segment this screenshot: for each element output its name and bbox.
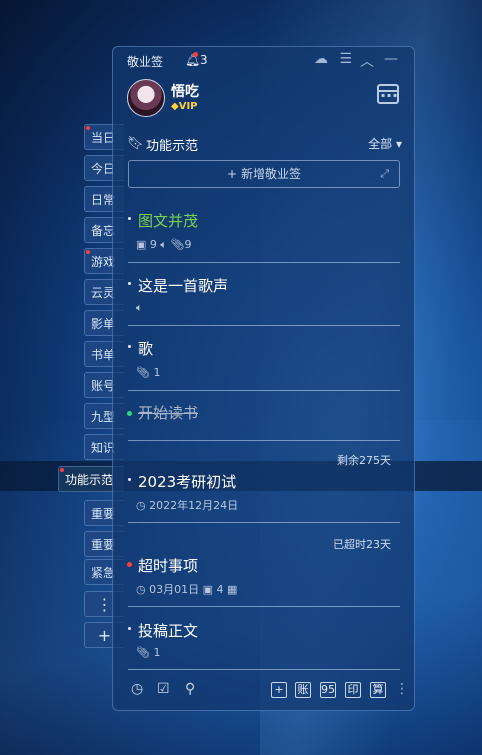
vip-label: VIP: [178, 101, 198, 112]
app-title: 敬业签: [127, 55, 164, 69]
divider: [128, 440, 400, 441]
reminder-date: 2022年12月24日: [149, 499, 239, 512]
minimize-icon[interactable]: —: [384, 51, 398, 67]
caret-down-icon: ▾: [395, 137, 402, 151]
bookmark-icon: 🔖︎: [127, 136, 144, 151]
new-note-button[interactable]: + 新增敬业签 ⤢: [128, 160, 400, 188]
attachment-count: 1: [153, 366, 161, 379]
note-bullet: [128, 627, 131, 630]
note-title: 歌: [138, 340, 154, 358]
note-meta: 🔈︎: [136, 301, 143, 315]
plus-icon: +: [227, 167, 238, 181]
calculator-button[interactable]: 算: [370, 682, 386, 698]
bell-icon[interactable]: 🔔︎: [185, 52, 200, 67]
filter-label: 全部: [368, 137, 393, 151]
section-header: 🔖︎ 功能示范 全部 ▾: [127, 135, 402, 155]
collapse-icon[interactable]: ︿: [360, 51, 374, 71]
note-title: 2023考研初试: [138, 473, 237, 491]
new-note-label: 新增敬业签: [240, 167, 301, 181]
note-meta: ◷ 2022年12月24日: [136, 497, 238, 513]
expand-icon[interactable]: ⤢: [380, 161, 389, 187]
divider: [128, 522, 400, 523]
plus-icon: +: [97, 626, 112, 645]
title-bar: 敬业签 🔔︎ 3 ☁︎ ☰ ︿ —: [127, 51, 404, 73]
cloud-sync-icon[interactable]: ☁︎: [314, 51, 328, 67]
tab-label: 功能示范: [65, 473, 114, 487]
unread-dot: [86, 250, 90, 254]
section-title: 功能示范: [146, 139, 199, 154]
calendar-icon[interactable]: [377, 84, 399, 104]
countdown-95-button[interactable]: 95: [320, 682, 336, 698]
overdue-dot: [127, 562, 132, 567]
divider: [128, 669, 400, 670]
reminder-date: 03月01日: [149, 583, 200, 596]
clock-icon[interactable]: ◷: [131, 681, 143, 697]
note-meta: ◷ 03月01日 ▣ 4 ▦: [136, 581, 237, 597]
grid-icon: ▦: [227, 583, 238, 596]
audio-icon: 🔈︎: [136, 301, 143, 314]
avatar[interactable]: [127, 79, 165, 117]
image-icon: ▣: [136, 238, 147, 251]
filter-dropdown[interactable]: 全部 ▾: [368, 135, 402, 152]
print-button[interactable]: 印: [345, 682, 361, 698]
checklist-icon[interactable]: ☑: [157, 681, 170, 697]
unread-dot: [60, 468, 64, 472]
note-bullet: [128, 345, 131, 348]
vip-badge: ◆VIP: [171, 101, 198, 112]
ledger-button[interactable]: 账: [295, 682, 311, 698]
divider: [128, 606, 400, 607]
notification-count: 3: [200, 53, 208, 67]
note-bullet: [128, 217, 131, 220]
attachment-icon: 📎︎: [170, 238, 185, 251]
image-icon: ▣: [202, 583, 214, 596]
note-meta: 📎︎ 1: [136, 646, 160, 659]
note-title: 超时事项: [138, 557, 199, 575]
note-panel: 敬业签 🔔︎ 3 ☁︎ ☰ ︿ — 悟吃 ◆VIP 🔖︎ 功能示范 全部 ▾ +…: [112, 46, 415, 711]
bottom-toolbar: ◷ ☑ ⚲ + 账 95 印 算 ⋮: [131, 681, 409, 701]
note-meta: ▣ 9 🔈︎ 📎︎9: [136, 238, 191, 252]
attachment-icon: 📎︎: [136, 366, 150, 379]
add-button[interactable]: +: [271, 682, 287, 698]
diamond-icon: ◆: [171, 101, 179, 112]
note-title: 这是一首歌声: [138, 277, 229, 295]
search-icon[interactable]: ⚲: [185, 681, 195, 697]
note-bullet: [128, 478, 131, 481]
audio-icon: 🔈︎: [160, 238, 168, 251]
more-vertical-icon: ⋮: [96, 595, 113, 614]
days-remaining-badge: 剩余275天: [337, 454, 391, 467]
overdue-badge: 已超时23天: [333, 538, 391, 551]
completed-dot: [127, 411, 132, 416]
note-title: 投稿正文: [138, 622, 199, 640]
notification-dot: [193, 52, 198, 57]
image-count: 9: [149, 238, 157, 251]
attachment-count: 1: [153, 646, 161, 659]
note-title: 开始读书: [138, 404, 199, 422]
unread-dot: [86, 126, 90, 130]
clock-icon: ◷: [136, 583, 146, 596]
note-bullet: [128, 282, 131, 285]
clock-icon: ◷: [136, 499, 146, 512]
attachment-count: 9: [184, 238, 192, 251]
divider: [128, 325, 400, 326]
divider: [128, 262, 400, 263]
menu-icon[interactable]: ☰: [339, 51, 352, 67]
attachment-icon: 📎︎: [136, 646, 150, 659]
divider: [128, 390, 400, 391]
plus-icon: +: [274, 683, 284, 696]
image-count: 4: [216, 583, 224, 596]
user-name: 悟吃: [171, 84, 199, 100]
user-profile: 悟吃 ◆VIP: [127, 79, 407, 119]
note-title: 图文并茂: [138, 212, 199, 230]
note-meta: 📎︎ 1: [136, 366, 160, 379]
more-vertical-icon[interactable]: ⋮: [395, 681, 409, 697]
